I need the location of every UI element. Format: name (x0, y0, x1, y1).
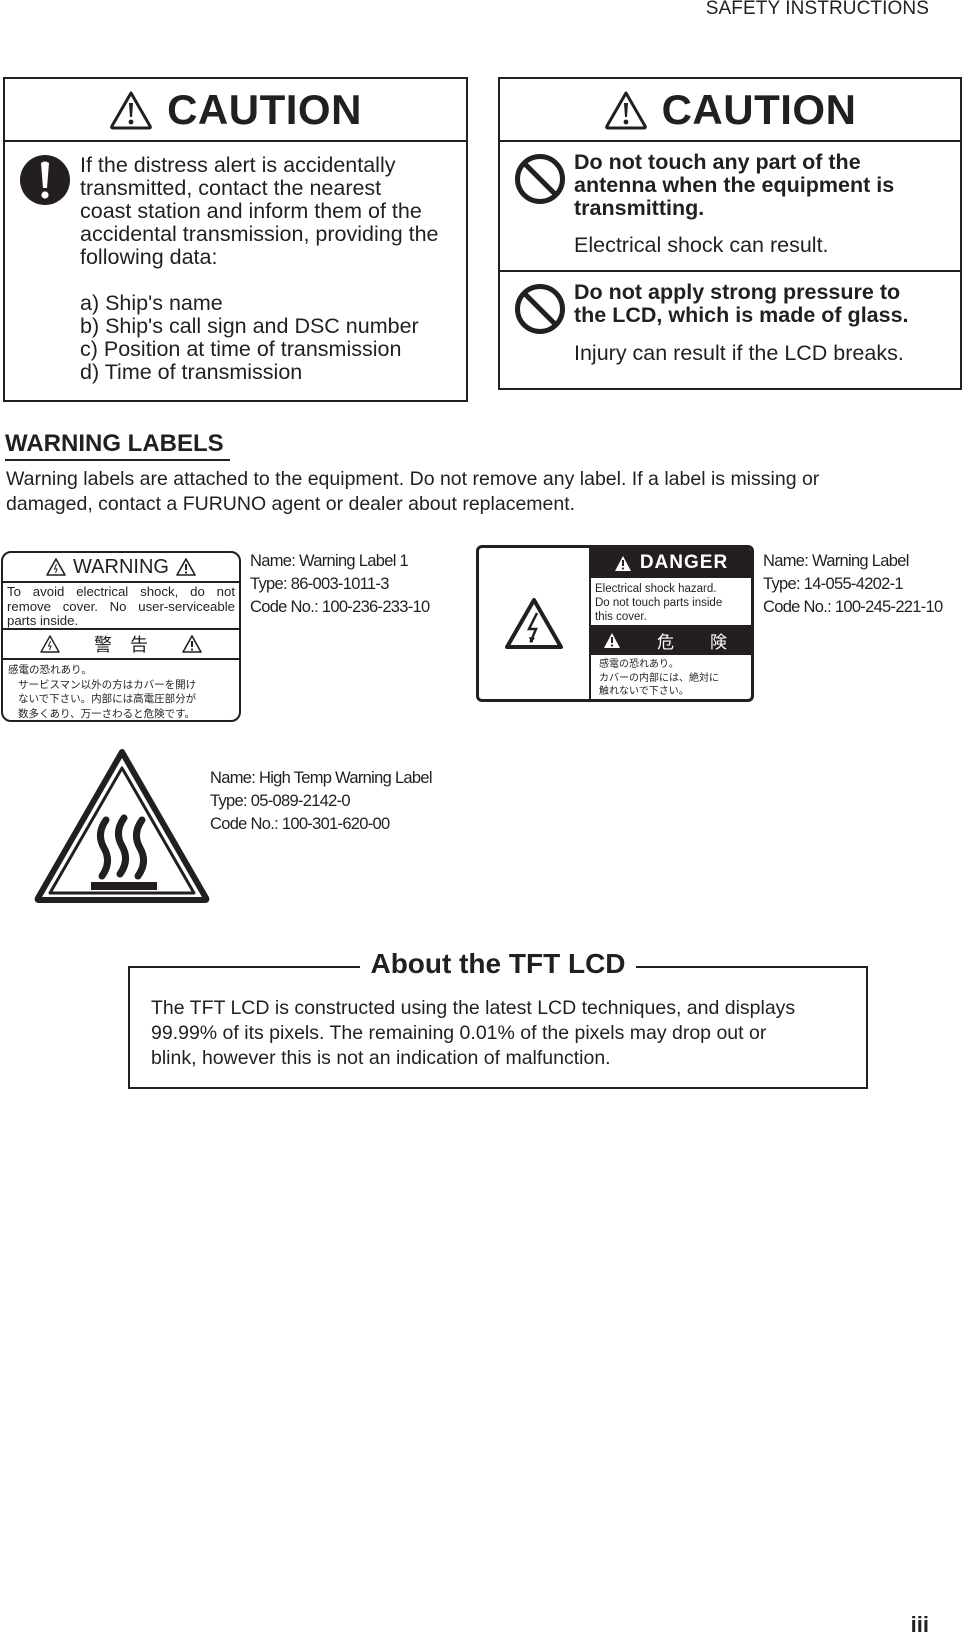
text-line: Electrical shock hazard. (595, 583, 717, 595)
prohibition-icon (515, 284, 565, 334)
page-number: iii (910, 1612, 929, 1637)
text-line: Do not touch parts inside (595, 597, 723, 609)
text-line: The TFT LCD is constructed using the lat… (151, 997, 796, 1019)
list-item: c) Position at time of transmission (80, 337, 402, 361)
label-code: Code No.: 100-236-233-10 (250, 598, 430, 616)
high-temperature-icon (34, 749, 210, 903)
label-name: Name: Warning Label (763, 552, 909, 570)
sticker-heading-text: WARNING (73, 555, 169, 578)
caution-title: CAUTION (661, 85, 857, 133)
sticker-jp-heading: 警 告 (3, 630, 239, 660)
sticker-heading: WARNING (3, 553, 239, 583)
warning-triangle-icon (604, 91, 647, 129)
text-line: following data: (80, 245, 218, 269)
electric-shock-triangle-icon (505, 597, 563, 649)
text-line: 99.99% of its pixels. The remaining 0.01… (151, 1022, 767, 1044)
text-line: transmitted, contact the nearest (80, 176, 382, 200)
sticker-jp-heading-text: 警 告 (93, 635, 148, 655)
text-line: antenna when the equipment is (574, 173, 895, 197)
warning-label-1-info: Name: Warning Label 1 Type: 86-003-1011-… (250, 550, 430, 619)
exclamation-triangle-icon (614, 555, 631, 571)
label-type: Type: 05-089-2142-0 (210, 792, 351, 810)
about-title: About the TFT LCD (130, 948, 866, 980)
caution-heading: CAUTION (500, 79, 960, 142)
prohibition-icon (515, 154, 565, 204)
label-type: Type: 86-003-1011-3 (250, 575, 389, 593)
label-code: Code No.: 100-301-620-00 (210, 815, 390, 833)
label-name: Name: Warning Label 1 (250, 552, 409, 570)
text-line: Do not touch any part of the (574, 150, 861, 174)
caution-title: CAUTION (167, 85, 362, 133)
text-line: ないで下さい。内部には高電圧部分が (18, 693, 197, 705)
about-title-text: About the TFT LCD (360, 948, 636, 979)
data-list: a) Ship's name b) Ship's call sign and D… (80, 292, 465, 384)
warning-label-2-sticker: DANGER Electrical shock hazard. Do not t… (476, 545, 754, 702)
exclamation-triangle-icon (181, 635, 202, 653)
text-line: the LCD, which is made of glass. (574, 303, 909, 327)
sticker-english-text: Electrical shock hazard. Do not touch pa… (591, 578, 751, 625)
text-line: カバーの内部には、絶対に (599, 672, 719, 684)
text-line: If the distress alert is accidentally (80, 153, 396, 177)
warning-label-2-info: Name: Warning Label Type: 14-055-4202-1 … (763, 550, 943, 619)
text-line: 感電の恐れあり。 (8, 664, 92, 676)
sticker-english-text: To avoid electrical shock, do not remove… (3, 583, 239, 630)
sticker-heading-text: DANGER (639, 552, 729, 573)
warning-label-3-info: Name: High Temp Warning Label Type: 05-0… (210, 767, 433, 836)
text-line: To avoid electrical shock, do not (7, 584, 235, 599)
sticker-jp-char: 険 (710, 632, 727, 652)
text-line: this cover. (595, 611, 647, 623)
text-line: 触れないで下さい。 (599, 686, 689, 697)
text-line: Warning labels are attached to the equip… (6, 468, 820, 490)
text-line: coast station and inform them of the (80, 199, 422, 223)
list-item: a) Ship's name (80, 291, 223, 315)
warning-label-1-sticker: WARNING To avoid electrical shock, do no… (1, 551, 241, 722)
sticker-jp-text: 感電の恐れあり。 カバーの内部には、絶対に 触れないで下さい。 (591, 655, 751, 699)
warning-triangle-icon (110, 91, 152, 129)
sticker-jp-text: 感電の恐れあり。 サービスマン以外の方はカバーを開け ないで下さい。内部には高電… (3, 660, 239, 720)
sticker-jp-heading: 危 険 (591, 625, 751, 655)
list-item: b) Ship's call sign and DSC number (80, 314, 419, 338)
text-line: Do not apply strong pressure to (574, 280, 901, 304)
caution-box-distress: CAUTION If the distress alert is acciden… (3, 77, 468, 402)
list-item: d) Time of transmission (80, 360, 303, 384)
label-type: Type: 14-055-4202-1 (763, 575, 904, 593)
text-line: parts inside. (7, 613, 79, 628)
caution-detail-text: Electrical shock can result. (574, 233, 829, 257)
text-line: サービスマン以外の方はカバーを開け (18, 678, 197, 691)
text-line: damaged, contact a FURUNO agent or deale… (6, 493, 576, 515)
text-line: accidental transmission, providing the (80, 222, 439, 246)
section-description: Warning labels are attached to the equip… (6, 467, 886, 517)
caution-warning-text: Do not apply strong pressure to the LCD,… (574, 281, 959, 327)
text-line: blink, however this is not an indication… (151, 1047, 611, 1069)
about-text: The TFT LCD is constructed using the lat… (151, 996, 851, 1071)
text-line: transmitting. (574, 196, 705, 220)
electric-shock-triangle-icon (46, 558, 66, 576)
text-line: 数多くあり、万一さわると危険です。 (18, 707, 196, 720)
exclamation-triangle-icon (604, 632, 620, 648)
page-header-title: SAFETY INSTRUCTIONS (705, 0, 929, 19)
caution-box-antenna-lcd: CAUTION Do not touch any part of the ant… (498, 77, 962, 390)
text-line: 感電の恐れあり。 (599, 659, 679, 670)
sticker-jp-char: 危 (657, 632, 674, 652)
exclamation-circle-icon (20, 155, 70, 205)
section-title-warning-labels: WARNING LABELS (5, 430, 230, 461)
exclamation-triangle-icon (176, 558, 196, 576)
label-code: Code No.: 100-245-221-10 (763, 598, 943, 616)
caution-row-antenna: Do not touch any part of the antenna whe… (500, 142, 960, 272)
caution-row-lcd: Do not apply strong pressure to the LCD,… (500, 272, 960, 386)
label-name: Name: High Temp Warning Label (210, 769, 433, 787)
about-tft-lcd-box: About the TFT LCD The TFT LCD is constru… (128, 948, 868, 1089)
caution-text: If the distress alert is accidentally tr… (80, 154, 465, 384)
text-line: remove cover. No user-serviceable (7, 598, 235, 614)
electric-shock-triangle-icon (40, 635, 61, 653)
caution-detail-text: Injury can result if the LCD breaks. (574, 341, 904, 365)
caution-warning-text: Do not touch any part of the antenna whe… (574, 151, 959, 220)
caution-heading: CAUTION (5, 79, 466, 142)
sticker-heading: DANGER (591, 548, 751, 578)
